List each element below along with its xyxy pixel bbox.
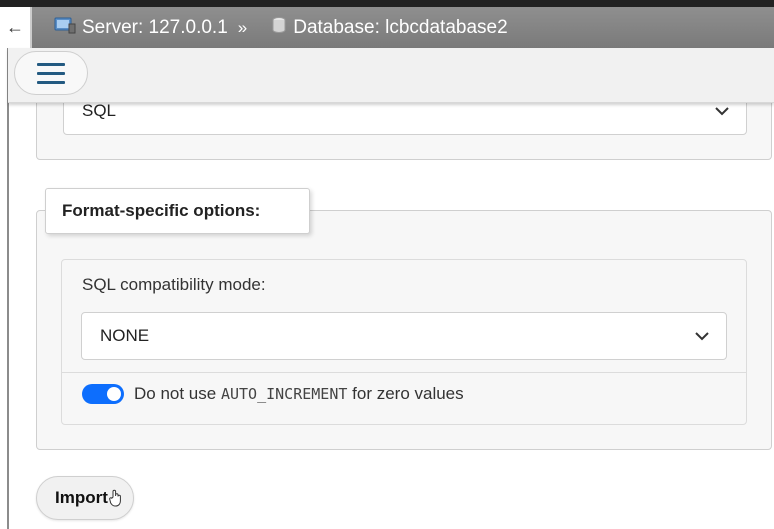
toggle-code: AUTO_INCREMENT — [220, 385, 348, 403]
toggle-text-after: for zero values — [352, 384, 464, 403]
import-button[interactable]: Import — [36, 476, 134, 520]
breadcrumb-separator: » — [237, 17, 248, 37]
import-button-label: Import — [55, 488, 108, 507]
breadcrumb-database[interactable]: Database: lcbcdatabase2 — [271, 16, 508, 40]
top-navigation-bar: ← Server: 127.0.0.1 » Database: lcbcdata… — [0, 0, 774, 48]
breadcrumb-server[interactable]: Server: 127.0.0.1 — [54, 16, 228, 40]
chevron-down-icon — [714, 101, 730, 121]
auto-increment-switch-row: Do not use AUTO_INCREMENT for zero value… — [82, 384, 464, 404]
chevron-down-icon — [694, 326, 710, 346]
hand-cursor-icon — [109, 489, 123, 507]
server-icon — [54, 16, 76, 40]
toggle-text-before: Do not use — [134, 384, 217, 403]
menu-bar — [8, 48, 774, 103]
breadcrumb-server-label: Server: 127.0.0.1 — [82, 16, 228, 38]
sql-compatibility-select[interactable]: NONE — [81, 312, 727, 360]
format-specific-options-legend: Format-specific options: — [45, 188, 310, 234]
sql-compatibility-card: SQL compatibility mode: NONE Do not use … — [61, 259, 747, 425]
page-left-border — [7, 48, 9, 529]
auto-increment-toggle[interactable] — [82, 384, 124, 404]
sql-compatibility-label: SQL compatibility mode: — [82, 275, 266, 294]
format-select-value: SQL — [82, 101, 117, 120]
sql-compatibility-value: NONE — [100, 326, 150, 345]
breadcrumb-database-label: Database: lcbcdatabase2 — [293, 16, 508, 38]
card-divider — [62, 372, 746, 373]
hamburger-menu-button[interactable] — [14, 51, 88, 95]
back-arrow-icon[interactable]: ← — [0, 7, 32, 48]
hamburger-icon — [37, 62, 65, 66]
database-icon — [271, 16, 287, 40]
